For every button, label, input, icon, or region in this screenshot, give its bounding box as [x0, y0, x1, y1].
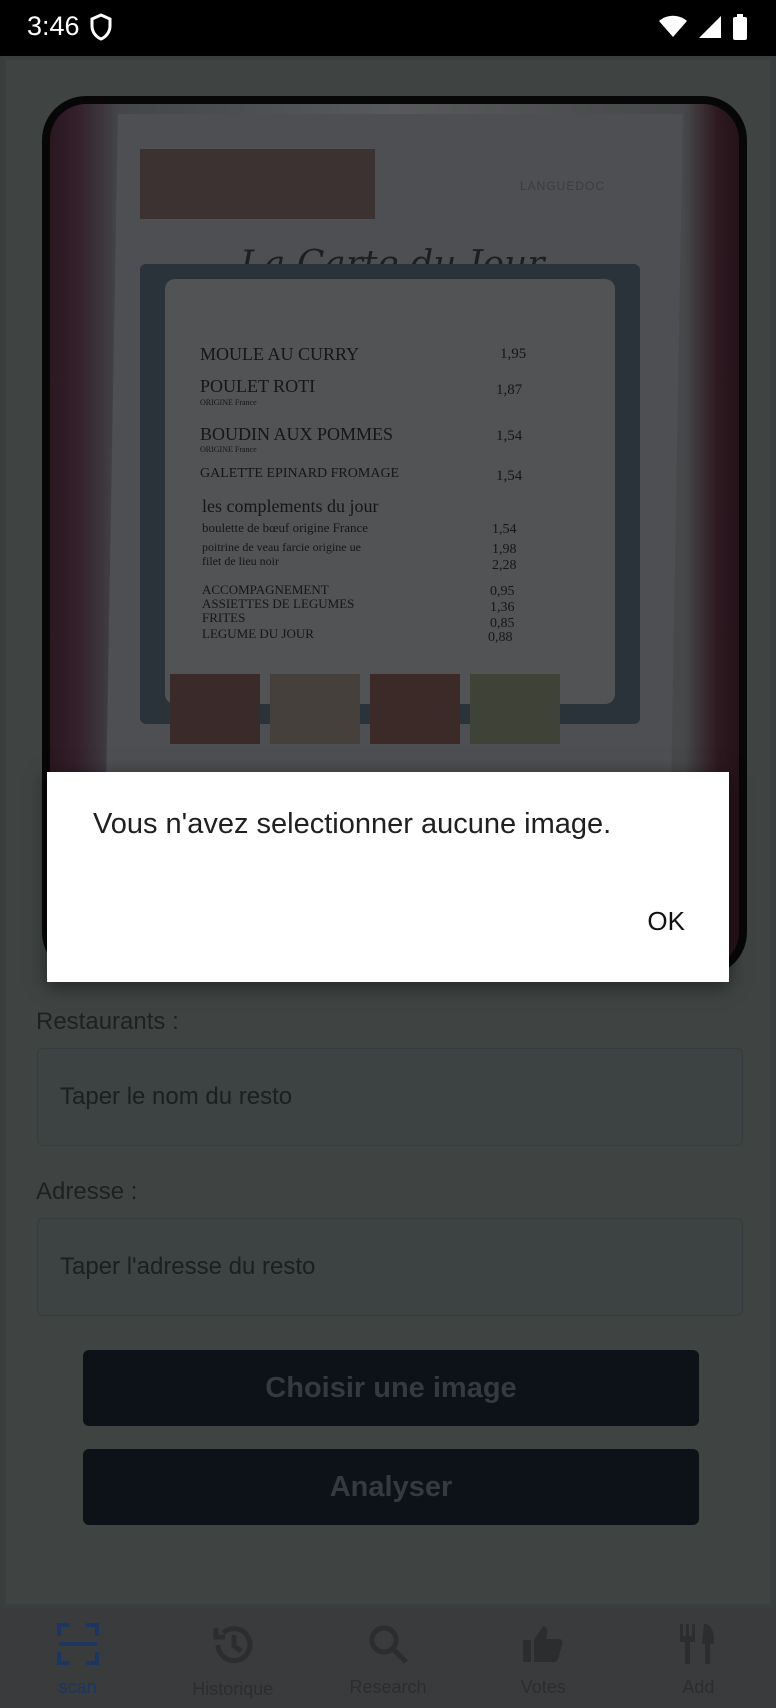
history-icon [210, 1622, 256, 1673]
nav-label-add: Add [682, 1677, 715, 1697]
nav-item-add[interactable]: Add [621, 1608, 776, 1708]
menu-item-name: POULET ROTI [200, 376, 316, 396]
address-input[interactable]: Taper l'adresse du resto [37, 1218, 743, 1316]
thumbs-up-icon [521, 1622, 565, 1671]
food-thumbnail [270, 674, 360, 744]
food-thumbnail [470, 674, 560, 744]
menu-complements-title: les complements du jour [202, 496, 379, 516]
cell-signal-icon [698, 15, 722, 44]
menu-item-price: 1,36 [490, 600, 515, 615]
menu-brand: LANGUEDOC [520, 179, 606, 193]
scan-icon [56, 1622, 100, 1671]
dialog-message: Vous n'avez selectionner aucune image. [93, 808, 612, 840]
menu-item-name: LEGUME DU JOUR [202, 626, 314, 641]
menu-item-price: 1,98 [492, 542, 517, 557]
menu-item-name: GALETTE EPINARD FROMAGE [200, 466, 400, 481]
status-time: 3:46 [27, 11, 80, 41]
menu-item-price: 1,54 [492, 522, 517, 537]
menu-item-price: 2,28 [492, 558, 517, 573]
search-icon [366, 1622, 410, 1671]
menu-item-name: MOULE AU CURRY [200, 344, 360, 364]
menu-item-price: 1,95 [500, 346, 527, 362]
menu-item-name: poitrine de veau farcie origine ue [202, 540, 361, 554]
food-thumbnail [170, 674, 260, 744]
status-bar: 3:46 [0, 0, 776, 56]
nav-label-votes: Votes [520, 1677, 566, 1697]
menu-item-origin: ORIGINE France [200, 398, 257, 407]
shield-icon [89, 13, 113, 46]
restaurant-icon [676, 1622, 720, 1671]
menu-item-price: 1,87 [496, 382, 523, 398]
nav-item-historique[interactable]: Historique [155, 1608, 310, 1708]
bottom-navigation: scan Historique Research Votes Add [0, 1608, 776, 1708]
nav-label-scan: scan [58, 1677, 97, 1697]
wifi-icon [658, 15, 688, 44]
nav-label-research: Research [349, 1677, 427, 1697]
food-photo-strip [140, 149, 375, 219]
nav-item-votes[interactable]: Votes [466, 1608, 621, 1708]
menu-item-price: 1,54 [496, 428, 523, 444]
menu-item-name: FRITES [202, 610, 246, 625]
nav-item-scan[interactable]: scan [0, 1608, 155, 1708]
address-label: Adresse : [36, 1178, 138, 1205]
nav-item-research[interactable]: Research [310, 1608, 465, 1708]
menu-item-name: BOUDIN AUX POMMES [200, 424, 394, 444]
alert-dialog: Vous n'avez selectionner aucune image. O… [47, 772, 729, 982]
menu-item-name: boulette de bœuf origine France [202, 520, 369, 535]
analyze-button[interactable]: Analyser [83, 1449, 699, 1525]
menu-item-price: 1,54 [496, 468, 523, 484]
restaurant-label: Restaurants : [36, 1008, 179, 1035]
restaurant-input[interactable]: Taper le nom du resto [37, 1048, 743, 1146]
menu-item-price: 0,88 [488, 630, 513, 645]
menu-item-name: filet de lieu noir [202, 554, 279, 568]
battery-icon [732, 14, 748, 45]
menu-item-origin: ORIGINE France [200, 445, 257, 454]
food-thumbnail [370, 674, 460, 744]
nav-label-historique: Historique [192, 1679, 274, 1699]
choose-image-button[interactable]: Choisir une image [83, 1350, 699, 1426]
ok-button[interactable]: OK [647, 906, 685, 937]
menu-item-price: 0,95 [490, 584, 515, 599]
